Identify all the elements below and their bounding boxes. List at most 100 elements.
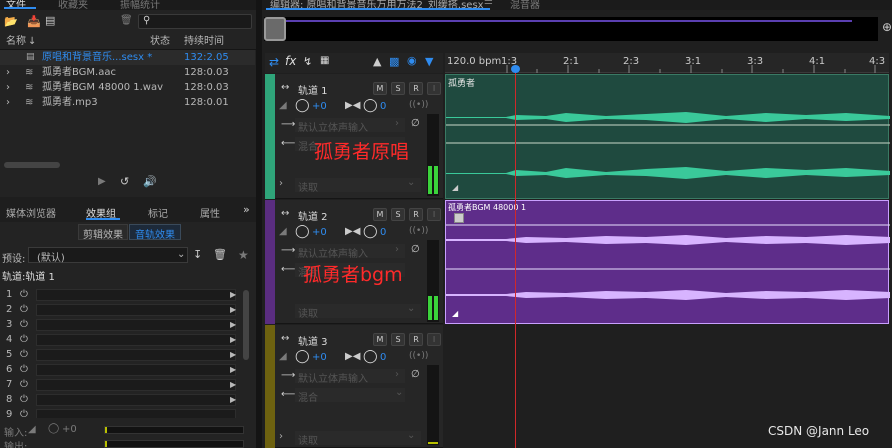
fx-slot-field[interactable] [36,304,236,316]
preset-dropdown[interactable]: (默认) ⌄ [28,247,188,264]
fx-slot-row[interactable]: 8 ⏻ ▶ [2,393,252,407]
fx-slot-field[interactable] [36,409,236,418]
pan-value[interactable]: 0 [380,101,386,112]
phase-invert-icon[interactable]: ∅ [411,118,420,129]
mute-button[interactable]: M [373,208,387,221]
slot-arrow-icon[interactable]: ▶ [230,363,236,377]
search-input[interactable]: ⚲ [138,14,252,29]
power-icon[interactable]: ⏻ [20,303,28,317]
col-status-header[interactable]: 状态 [150,34,170,49]
metronome-icon[interactable]: ▲ [373,55,381,68]
overflow-chevron-icon[interactable]: » [243,203,250,216]
open-folder-icon[interactable]: 📂 [4,15,18,28]
automation-selector[interactable]: 读取 ⌄ [295,430,421,447]
track-move-icon[interactable]: ↔ [281,82,289,93]
automation-selector[interactable]: 读取 ⌄ [295,303,421,320]
col-name-header[interactable]: 名称 [6,34,26,49]
fx-slot-field[interactable] [36,394,236,406]
volume-knob-icon[interactable]: ◯ [295,349,310,364]
solo-button[interactable]: S [391,333,405,346]
record-arm-button[interactable]: R [409,208,423,221]
phase-invert-icon[interactable]: ∅ [411,369,420,380]
timeline-ruler[interactable]: 120.0 bpm 1:3 2:1 2:3 3:1 3:3 4:1 4:3 [445,53,889,73]
power-icon[interactable]: ⏻ [20,348,28,362]
phase-invert-icon[interactable]: ∅ [411,244,420,255]
input-monitor-button[interactable]: I [427,208,441,221]
input-selector[interactable]: 默认立体声输入 › [295,118,405,134]
snap-icon[interactable]: ▩ [389,55,399,68]
output-selector[interactable]: 混合 ⌄ [295,387,405,404]
fx-slot-row[interactable]: 1 ⏻ ▶ [2,288,252,302]
tab-properties[interactable]: 属性 [200,205,220,220]
pan-knob-icon[interactable]: ◯ [363,224,378,239]
col-duration-header[interactable]: 持续时间 [184,34,224,49]
expand-chevron-icon[interactable]: › [279,431,283,442]
playhead-line[interactable] [515,73,516,448]
overview-bar[interactable] [264,17,878,41]
sends-icon[interactable]: ↯ [303,55,312,68]
volume-knob-icon[interactable]: ◯ [295,98,310,113]
fx-slot-field[interactable] [36,379,236,391]
power-icon[interactable]: ⏻ [20,318,28,332]
tab-menu-icon[interactable]: ☰ [484,0,493,7]
power-icon[interactable]: ⏻ [20,363,28,377]
eq-icon[interactable]: ▦ [320,55,329,66]
volume-value[interactable]: +0 [312,227,327,238]
slot-arrow-icon[interactable]: ▶ [230,303,236,317]
fx-slot-row[interactable]: 6 ⏻ ▶ [2,363,252,377]
mute-button[interactable]: M [373,82,387,95]
volume-icon[interactable]: 🔊 [143,175,157,188]
tab-amp-stats[interactable]: 振幅统计 [120,0,160,11]
fx-slot-field[interactable] [36,364,236,376]
tab-markers[interactable]: 标记 [148,205,168,220]
horizontal-scrollbar[interactable] [4,162,60,168]
audio-clip-bgm[interactable]: 孤勇者BGM 48000 1 ◢ [445,200,890,324]
loop-icon[interactable]: ↺ [120,175,129,188]
slot-arrow-icon[interactable]: ▶ [230,348,236,362]
fx-slot-field[interactable] [36,319,236,331]
tab-favorites[interactable]: 收藏夹 [58,0,88,11]
volume-value[interactable]: +0 [312,101,327,112]
fx-slot-row[interactable]: 3 ⏻ ▶ [2,318,252,332]
fx-slot-row[interactable]: 5 ⏻ ▶ [2,348,252,362]
input-selector[interactable]: 默认立体声输入 › [295,244,405,260]
sub-tab-clip-effects[interactable]: 剪辑效果 [78,224,128,241]
tab-media-browser[interactable]: 媒体浏览器 [6,205,56,220]
file-row[interactable]: › ≋ 孤勇者.mp3 128:0.01 [0,95,255,110]
fx-slot-row[interactable]: 2 ⏻ ▶ [2,303,252,317]
sub-tab-track-effects[interactable]: 音轨效果 [129,224,181,241]
pan-knob-icon[interactable]: ◯ [363,98,378,113]
power-icon[interactable]: ⏻ [20,408,28,418]
fx-slot-field[interactable] [36,334,236,346]
pin-icon[interactable]: ▼ [425,55,433,68]
import-icon[interactable]: 📥 [27,15,41,28]
power-icon[interactable]: ⏻ [20,288,28,302]
playhead-handle[interactable] [511,65,520,73]
broadcast-icon[interactable]: ((•)) [409,226,428,236]
broadcast-icon[interactable]: ((•)) [409,100,428,110]
new-file-icon[interactable]: ▤ [45,14,55,27]
input-selector[interactable]: 默认立体声输入 › [295,369,405,385]
slot-arrow-icon[interactable]: ▶ [230,288,236,302]
fx-slot-row[interactable]: 7 ⏻ ▶ [2,378,252,392]
slot-arrow-icon[interactable]: ▶ [230,378,236,392]
mute-button[interactable]: M [373,333,387,346]
save-preset-icon[interactable]: ↧ [193,248,202,261]
favorite-star-icon[interactable]: ★ [238,248,249,262]
fx-scrollbar[interactable] [243,290,249,360]
record-arm-button[interactable]: R [409,82,423,95]
input-monitor-button[interactable]: I [427,333,441,346]
fx-slot-row[interactable]: 9 ⏻ [2,408,252,418]
pan-value[interactable]: 0 [380,352,386,363]
input-monitor-button[interactable]: I [427,82,441,95]
monitor-icon[interactable]: ◉ [407,54,417,67]
fx-slot-field[interactable] [36,289,236,301]
slot-arrow-icon[interactable]: ▶ [230,333,236,347]
track-name[interactable]: 轨道 1 [298,82,328,97]
io-toggle-icon[interactable]: ⇄ [269,55,279,69]
solo-button[interactable]: S [391,82,405,95]
volume-knob-icon[interactable]: ◯ [295,224,310,239]
zoom-plus-icon[interactable]: ⊕ [882,20,892,34]
play-icon[interactable]: ▶ [98,176,106,187]
power-icon[interactable]: ⏻ [20,333,28,347]
